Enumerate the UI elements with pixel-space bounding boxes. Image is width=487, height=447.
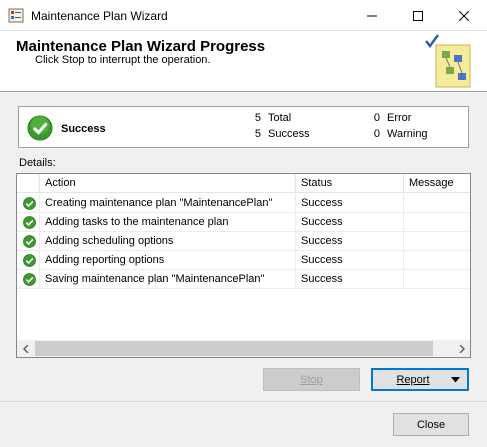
success-label: Success [268, 128, 310, 140]
minimize-button[interactable] [349, 0, 395, 31]
success-check-icon [23, 254, 36, 267]
scroll-thumb[interactable] [35, 341, 433, 356]
row-message-cell [404, 213, 470, 232]
column-header-action[interactable]: Action [40, 174, 296, 193]
wizard-banner-icon [425, 34, 471, 88]
row-status-cell: Success [296, 213, 404, 232]
table-row[interactable]: Adding tasks to the maintenance plan Succ… [17, 213, 470, 232]
error-label: Error [387, 112, 412, 124]
row-message-cell [404, 251, 470, 270]
table-row[interactable]: Creating maintenance plan "MaintenancePl… [17, 194, 470, 213]
stop-button[interactable]: Stop [263, 368, 360, 391]
wizard-header: Maintenance Plan Wizard Progress Click S… [0, 31, 487, 92]
summary-status: Success [61, 123, 106, 135]
maximize-button[interactable] [395, 0, 441, 31]
row-message-cell [404, 270, 470, 289]
success-check-icon [23, 216, 36, 229]
scroll-right-button[interactable] [453, 340, 470, 357]
row-icon-cell [17, 232, 40, 251]
horizontal-scrollbar[interactable] [17, 340, 470, 357]
success-check-icon [23, 197, 36, 210]
row-icon-cell [17, 213, 40, 232]
row-icon-cell [17, 251, 40, 270]
row-action-cell: Creating maintenance plan "MaintenancePl… [40, 194, 296, 213]
row-status-cell: Success [296, 270, 404, 289]
column-header-status[interactable]: Status [296, 174, 404, 193]
close-button[interactable]: Close [393, 413, 469, 436]
scroll-left-button[interactable] [17, 340, 34, 357]
table-row[interactable]: Adding scheduling options Success [17, 232, 470, 251]
row-status-cell: Success [296, 232, 404, 251]
row-action-cell: Saving maintenance plan "MaintenancePlan… [40, 270, 296, 289]
success-count: 5 [254, 128, 261, 140]
success-check-icon [23, 235, 36, 248]
minimize-icon [367, 15, 377, 16]
app-icon [8, 8, 24, 23]
summary-panel: Success 5 Total 5 Success 0 Error 0 Warn… [18, 106, 469, 148]
chevron-right-icon [458, 344, 465, 353]
footer-divider [0, 401, 487, 402]
close-window-button[interactable] [441, 0, 487, 31]
grid-header: Action Status Message [17, 174, 470, 193]
success-check-icon [23, 273, 36, 286]
table-row[interactable]: Adding reporting options Success [17, 251, 470, 270]
error-count: 0 [373, 112, 380, 124]
chevron-left-icon [22, 344, 29, 353]
row-status-cell: Success [296, 194, 404, 213]
report-button-label: Report [396, 373, 430, 386]
total-label: Total [268, 112, 292, 124]
window-title: Maintenance Plan Wizard [31, 9, 168, 23]
page-subtitle: Click Stop to interrupt the operation. [35, 54, 211, 66]
row-action-cell: Adding reporting options [40, 251, 296, 270]
icon-column-header[interactable] [17, 174, 40, 193]
page-title: Maintenance Plan Wizard Progress [16, 38, 266, 55]
close-icon [459, 10, 469, 21]
row-message-cell [404, 194, 470, 213]
close-button-label: Close [416, 418, 446, 431]
warning-label: Warning [387, 128, 428, 140]
details-grid[interactable]: Action Status Message Creating maintenan… [16, 173, 471, 358]
dropdown-arrow-icon [451, 377, 460, 383]
table-row[interactable]: Saving maintenance plan "MaintenancePlan… [17, 270, 470, 289]
success-check-icon [27, 115, 53, 141]
row-icon-cell [17, 270, 40, 289]
column-header-message[interactable]: Message [404, 174, 470, 193]
warning-count: 0 [373, 128, 380, 140]
row-message-cell [404, 232, 470, 251]
maximize-icon [413, 10, 423, 21]
row-action-cell: Adding tasks to the maintenance plan [40, 213, 296, 232]
stop-button-label: Stop [300, 373, 323, 386]
details-label: Details: [19, 157, 56, 169]
row-status-cell: Success [296, 251, 404, 270]
row-icon-cell [17, 194, 40, 213]
report-button[interactable]: Report [371, 368, 469, 391]
total-count: 5 [254, 112, 261, 124]
row-action-cell: Adding scheduling options [40, 232, 296, 251]
title-bar: Maintenance Plan Wizard [0, 0, 487, 31]
